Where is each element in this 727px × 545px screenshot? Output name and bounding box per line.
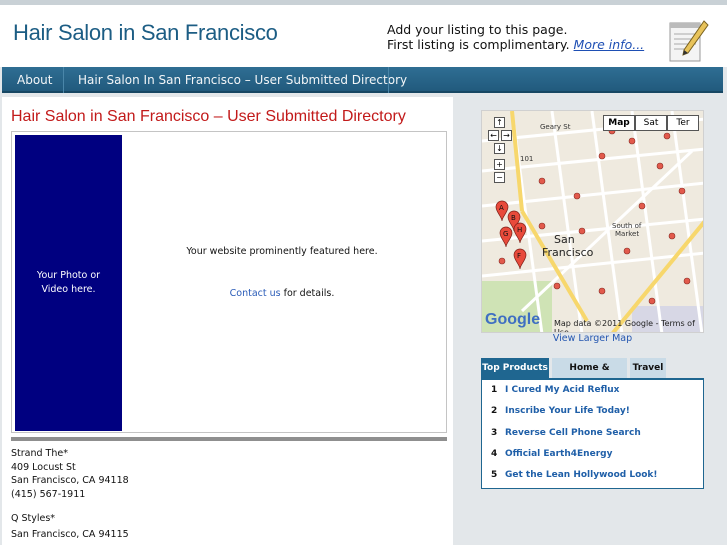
product-link[interactable]: Reverse Cell Phone Search: [505, 423, 641, 444]
notepad-pencil-icon: [669, 20, 709, 62]
tab-home-garden[interactable]: Home & Garden: [552, 358, 627, 393]
contact-line: Contact us for details.: [132, 288, 432, 299]
google-logo: Google: [485, 311, 541, 328]
product-number: 1: [491, 385, 498, 395]
map-type-sat-button[interactable]: Sat: [635, 115, 667, 131]
marker-label: F: [517, 252, 521, 260]
marker-label: G: [503, 230, 508, 238]
pan-right-icon[interactable]: →: [501, 130, 512, 141]
featured-text: Your website prominently featured here.: [186, 246, 378, 257]
site-title[interactable]: Hair Salon in San Francisco: [13, 20, 278, 46]
product-link[interactable]: I Cured My Acid Reflux: [505, 380, 619, 401]
svg-text:Francisco: Francisco: [542, 246, 594, 259]
main-content: Hair Salon in San Francisco – User Submi…: [2, 97, 453, 545]
main-nav: About Hair Salon In San Francisco – User…: [2, 67, 723, 93]
marker-label: A: [499, 204, 504, 212]
listing-name: Strand The*: [11, 448, 68, 459]
pan-up-icon[interactable]: ↑: [494, 117, 505, 128]
photo-placeholder-text: Your Photo or Video here.: [15, 269, 122, 297]
product-list: 1 I Cured My Acid Reflux 2 Inscribe Your L…: [481, 378, 704, 489]
product-item[interactable]: 1 I Cured My Acid Reflux: [482, 380, 703, 401]
listing-item: Q Styles* San Francisco, CA 94115: [11, 512, 129, 541]
contact-suffix: for details.: [280, 288, 335, 299]
zoom-in-icon[interactable]: +: [494, 159, 505, 170]
product-link[interactable]: Get the Lean Hollywood Look!: [505, 465, 658, 486]
product-item[interactable]: 4 Official Earth4Energy: [482, 444, 703, 465]
photo-line-2: Video here.: [41, 284, 96, 295]
more-info-link[interactable]: More info...: [574, 37, 645, 52]
nav-item-directory[interactable]: Hair Salon In San Francisco – User Submi…: [78, 67, 407, 93]
product-number: 4: [491, 449, 498, 459]
product-link[interactable]: Inscribe Your Life Today!: [505, 401, 630, 422]
pan-left-icon[interactable]: ←: [488, 130, 499, 141]
listing-item: Strand The* 409 Locust St San Francisco,…: [11, 447, 129, 501]
map-type-ter-button[interactable]: Ter: [667, 115, 699, 131]
product-number: 3: [491, 428, 498, 438]
svg-text:South of: South of: [612, 222, 642, 230]
tab-top-products[interactable]: Top Products: [481, 358, 549, 378]
listing-city: San Francisco, CA 94115: [11, 528, 129, 540]
pan-down-icon[interactable]: ↓: [494, 143, 505, 154]
product-number: 5: [491, 470, 498, 480]
promo-line-2: First listing is complimentary. More inf…: [387, 37, 644, 52]
promo-line-2-text: First listing is complimentary.: [387, 37, 570, 52]
listing-street: 409 Locust St: [11, 461, 76, 473]
product-item[interactable]: 2 Inscribe Your Life Today!: [482, 401, 703, 422]
contact-us-link[interactable]: Contact us: [230, 288, 281, 299]
view-larger-map-link[interactable]: View Larger Map: [481, 333, 704, 344]
nav-item-about[interactable]: About: [17, 67, 52, 93]
map-marker-cluster: A B H G F: [495, 200, 527, 270]
zoom-out-icon[interactable]: −: [494, 172, 505, 183]
nav-separator: [388, 67, 389, 93]
marker-label: B: [511, 214, 516, 222]
page-title: Hair Salon in San Francisco – User Submi…: [11, 108, 406, 125]
listing-name: Q Styles*: [11, 513, 56, 524]
marker-label: H: [517, 226, 522, 234]
nav-separator: [63, 67, 64, 93]
site-header: Hair Salon in San Francisco Add your lis…: [0, 0, 727, 67]
tab-travel[interactable]: Travel: [630, 358, 666, 378]
sidebar: San Francisco South of Market Geary St 1…: [456, 97, 723, 545]
svg-text:Market: Market: [615, 230, 639, 238]
promo-block: Add your listing to this page. First lis…: [387, 22, 644, 52]
promo-line-1: Add your listing to this page.: [387, 22, 568, 37]
product-link[interactable]: Official Earth4Energy: [505, 444, 612, 465]
svg-text:101: 101: [520, 155, 533, 163]
photo-line-1: Your Photo or: [36, 270, 101, 281]
google-map[interactable]: San Francisco South of Market Geary St 1…: [481, 110, 704, 333]
map-copyright[interactable]: Map data ©2011 Google - Terms of Use: [554, 319, 703, 332]
divider-bar: [11, 437, 447, 441]
photo-placeholder: Your Photo or Video here.: [15, 135, 122, 431]
product-number: 2: [491, 406, 498, 416]
featured-listing-box: Your Photo or Video here. Your website p…: [11, 131, 447, 433]
product-item[interactable]: 5 Get the Lean Hollywood Look!: [482, 465, 703, 486]
listing-city: San Francisco, CA 94118: [11, 475, 129, 486]
listing-phone: (415) 567-1911: [11, 488, 86, 500]
product-tabs: Top Products Home & Garden Travel: [481, 358, 704, 393]
product-item[interactable]: 3 Reverse Cell Phone Search: [482, 423, 703, 444]
map-type-map-button[interactable]: Map: [603, 115, 635, 131]
svg-text:San: San: [554, 233, 575, 246]
svg-text:Geary St: Geary St: [540, 123, 571, 131]
